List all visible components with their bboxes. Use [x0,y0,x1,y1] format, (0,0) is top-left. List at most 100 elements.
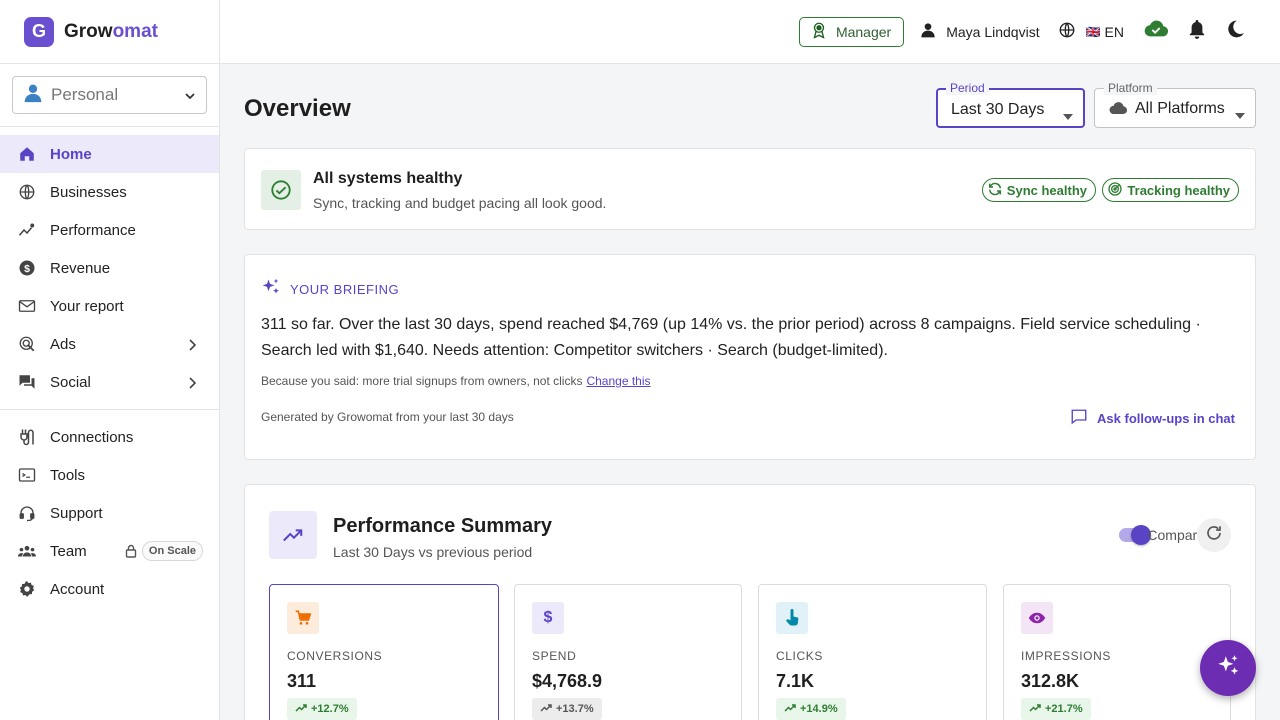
tracking-status-chip[interactable]: Tracking healthy [1102,178,1239,202]
sidebar-item-revenue[interactable]: $ Revenue [0,249,219,287]
sidebar-item-team[interactable]: Team On Scale [0,532,219,570]
cloud-sync-button[interactable] [1144,20,1169,43]
metric-delta: +12.7% [287,698,357,720]
globe-icon [1058,21,1076,42]
sidebar-item-ads[interactable]: Ads [0,325,219,363]
metric-delta-text: +14.9% [800,703,838,715]
refresh-icon [1205,524,1223,547]
sidebar-item-label: Ads [50,335,76,353]
globe-icon [18,183,36,201]
sidebar-item-label: Your report [50,297,124,315]
metric-value: $4,768.9 [532,671,603,691]
main-content: Overview Period Last 30 Days Platform Al… [220,65,1280,720]
role-label: Manager [835,23,892,40]
metric-delta: +14.9% [776,698,846,720]
sidebar-item-label: Account [50,580,105,598]
sidebar-item-businesses[interactable]: Businesses [0,173,219,211]
check-circle-icon [261,170,301,210]
sidebar-item-label: Social [50,373,91,391]
sidebar-item-connections[interactable]: Connections [0,418,219,456]
chat-icon [1070,408,1088,429]
radar-icon [1107,181,1123,200]
award-icon [810,21,828,42]
period-label: Period [946,81,989,95]
trend-line-icon [18,221,36,239]
sidebar-item-social[interactable]: Social [0,363,219,401]
sidebar-item-performance[interactable]: Performance [0,211,219,249]
lock-icon [125,544,137,563]
period-select[interactable]: Period Last 30 Days [936,81,1085,128]
sync-icon [987,181,1003,200]
tracking-status-text: Tracking healthy [1127,182,1230,198]
ask-followups-button[interactable]: Ask follow-ups in chat [1070,408,1235,429]
chevron-right-icon [187,338,197,356]
sidebar-item-label: Connections [50,428,134,446]
assistant-fab-button[interactable] [1200,640,1256,696]
cart-icon [287,602,319,634]
workspace-wrap: Personal [0,64,219,127]
trend-up-small-icon [540,703,552,716]
trending-up-icon [269,511,317,559]
page-title: Overview [244,95,351,122]
sync-status-chip[interactable]: Sync healthy [981,178,1096,202]
user-menu[interactable]: Maya Lindqvist [920,22,1040,41]
notifications-button[interactable] [1188,19,1206,44]
cloud-icon [1109,102,1128,120]
period-value: Last 30 Days [951,101,1045,118]
sidebar-item-label: Revenue [50,259,111,277]
metric-delta-text: +21.7% [1045,703,1083,715]
sparkles-icon [261,277,281,302]
home-icon [18,145,36,163]
performance-title: Performance Summary [333,515,552,537]
refresh-button[interactable] [1197,518,1231,552]
gear-icon [18,580,36,598]
sidebar-item-label: Team [50,542,87,560]
metric-card-conversions[interactable]: CONVERSIONS 311 +12.7% [269,584,499,720]
ask-followups-label: Ask follow-ups in chat [1097,411,1235,426]
briefing-text: 311 so far. Over the last 30 days, spend… [261,316,1201,359]
briefing-note-row: Because you said: more trial signups fro… [261,374,651,388]
theme-toggle-button[interactable] [1226,19,1246,44]
plug-icon [18,428,36,446]
user-name: Maya Lindqvist [946,23,1040,40]
language-label: EN [1104,23,1124,40]
metric-card-clicks[interactable]: CLICKS 7.1K +14.9% [758,584,987,720]
sync-status-text: Sync healthy [1006,182,1087,198]
person-icon [23,83,45,108]
compare-toggle[interactable] [1119,525,1151,545]
chevron-right-icon [187,376,197,394]
health-subtitle: Sync, tracking and budget pacing all loo… [313,195,607,211]
sidebar: G Growomat Personal Home Businesses Perf… [0,0,220,720]
metric-card-impressions[interactable]: IMPRESSIONS 312.8K +21.7% [1003,584,1231,720]
bell-icon [1188,19,1206,44]
platform-select[interactable]: Platform All Platforms [1094,81,1256,128]
sidebar-item-account[interactable]: Account [0,570,219,608]
health-card: All systems healthy Sync, tracking and b… [244,148,1256,230]
metric-value: 7.1K [776,671,815,691]
role-button[interactable]: Manager [798,16,905,47]
briefing-card: YOUR BRIEFING 311 so far. Over the last … [244,254,1256,460]
dollar-circle-icon: $ [18,259,36,277]
workspace-select[interactable]: Personal [12,76,207,114]
brand-logo: G [24,16,54,47]
sidebar-item-support[interactable]: Support [0,494,219,532]
change-goal-link[interactable]: Change this [586,374,650,388]
performance-subtitle: Last 30 Days vs previous period [333,544,533,560]
performance-summary-card: Performance Summary Last 30 Days vs prev… [244,484,1256,720]
sidebar-item-home[interactable]: Home [0,135,219,173]
metric-delta-text: +13.7% [556,703,594,715]
metric-delta: +21.7% [1021,698,1091,720]
metric-value: 311 [287,671,317,691]
sidebar-item-report[interactable]: Your report [0,287,219,325]
brand[interactable]: G Growomat [0,0,219,64]
sidebar-item-label: Support [50,504,103,522]
metric-label: CONVERSIONS [287,649,383,663]
app-root: G Growomat Personal Home Businesses Perf… [0,0,1280,720]
platform-value: All Platforms [1135,100,1225,117]
metric-card-spend[interactable]: $ SPEND $4,768.9 +13.7% [514,584,742,720]
sidebar-item-tools[interactable]: Tools [0,456,219,494]
workspace-label: Personal [51,85,119,104]
svg-text:$: $ [24,263,30,275]
mail-icon [18,297,36,315]
language-selector[interactable]: 🇬🇧 EN [1058,21,1124,42]
